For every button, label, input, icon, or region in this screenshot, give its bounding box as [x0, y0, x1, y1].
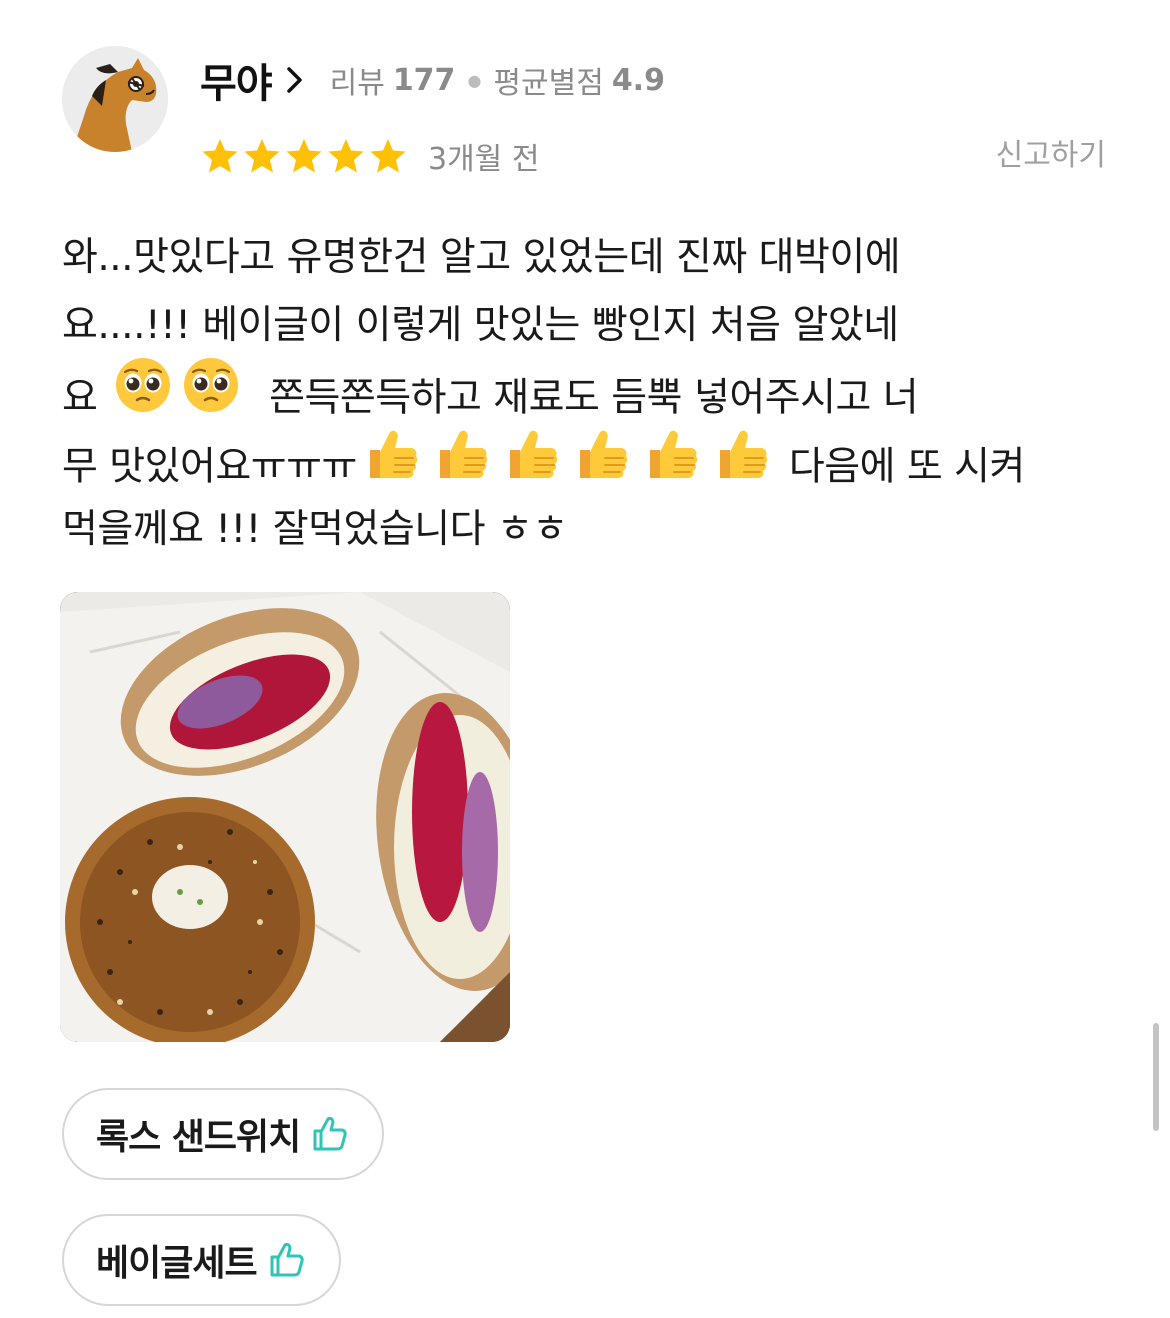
review-line: 요 쫀득쫀득하고 재료도 듬뿍 넣어주시고 너 — [62, 358, 1122, 428]
star-icon — [370, 139, 406, 173]
review-text: 요 — [62, 375, 110, 421]
star-icon — [328, 139, 364, 173]
review-text: 먹을께요 !!! 잘먹었습니다 ㅎㅎ — [62, 507, 568, 552]
report-button[interactable]: 신고하기 — [996, 134, 1106, 178]
user-name[interactable]: 무야 — [200, 51, 273, 109]
thumbs-up-emoji — [362, 424, 422, 506]
bagel-sandwich-photo — [60, 592, 510, 1042]
review-line: 요....!!! 베이글이 이렇게 맛있는 빵인지 처음 알았네 — [62, 292, 1122, 360]
chevron-right-icon[interactable] — [284, 65, 306, 95]
thumbs-up-emoji — [432, 424, 492, 506]
menu-chip-lox-sandwich[interactable]: 록스 샌드위치 — [62, 1088, 385, 1180]
menu-chip-bagel-set[interactable]: 베이글세트 — [62, 1214, 341, 1306]
pleading-face-emoji — [182, 356, 240, 436]
thumbs-up-emoji — [572, 424, 632, 506]
thumbs-up-emoji — [712, 424, 772, 506]
review-text: 요....!!! 베이글이 이렇게 맛있는 빵인지 처음 알았네 — [62, 303, 899, 348]
review-line: 먹을께요 !!! 잘먹었습니다 ㅎㅎ — [62, 496, 1122, 564]
review-photo[interactable] — [60, 592, 510, 1042]
star-icon — [202, 139, 238, 173]
thumbs-up-emoji — [502, 424, 562, 506]
reviewer-stats: 리뷰 177 ● 평균별점 4.9 — [330, 58, 665, 102]
reviewer-header: 무야 리뷰 177 ● 평균별점 4.9 — [200, 52, 665, 108]
review-text: 무 맛있어요ㅠㅠㅠ — [62, 444, 357, 490]
avg-rating-value: 4.9 — [611, 62, 665, 98]
review-count-value: 177 — [392, 62, 456, 98]
star-rating — [200, 136, 408, 176]
review-body: 와...맛있다고 유명한건 알고 있었는데 진짜 대박이에요....!!! 베이… — [62, 224, 1122, 564]
pleading-face-emoji — [114, 356, 172, 436]
separator-dot: ● — [467, 70, 482, 90]
review-text: 와...맛있다고 유명한건 알고 있었는데 진짜 대박이에 — [62, 235, 901, 280]
review-text: 다음에 또 시켜 — [776, 444, 1026, 490]
menu-chip-label: 록스 샌드위치 — [96, 1117, 301, 1158]
review-date: 3개월 전 — [428, 142, 540, 177]
thumbs-up-outline-icon — [313, 1116, 347, 1151]
user-avatar[interactable] — [62, 46, 168, 152]
star-icon — [286, 139, 322, 173]
thumbs-up-emoji — [642, 424, 702, 506]
rating-row: 3개월 전 — [200, 134, 539, 178]
review-line: 와...맛있다고 유명한건 알고 있었는데 진짜 대박이에 — [62, 224, 1122, 292]
horse-avatar-icon — [62, 46, 168, 152]
review-text: 쫀득쫀득하고 재료도 듬뿍 넣어주시고 너 — [245, 375, 919, 421]
avg-rating-label: 평균별점 — [493, 66, 604, 101]
thumbs-up-outline-icon — [270, 1242, 304, 1277]
menu-chip-label: 베이글세트 — [96, 1243, 258, 1284]
scrollbar[interactable] — [1153, 1023, 1159, 1131]
star-icon — [244, 139, 280, 173]
review-line: 무 맛있어요ㅠㅠㅠ 다음에 또 시켜 — [62, 428, 1122, 496]
review-count-label: 리뷰 — [329, 66, 385, 101]
